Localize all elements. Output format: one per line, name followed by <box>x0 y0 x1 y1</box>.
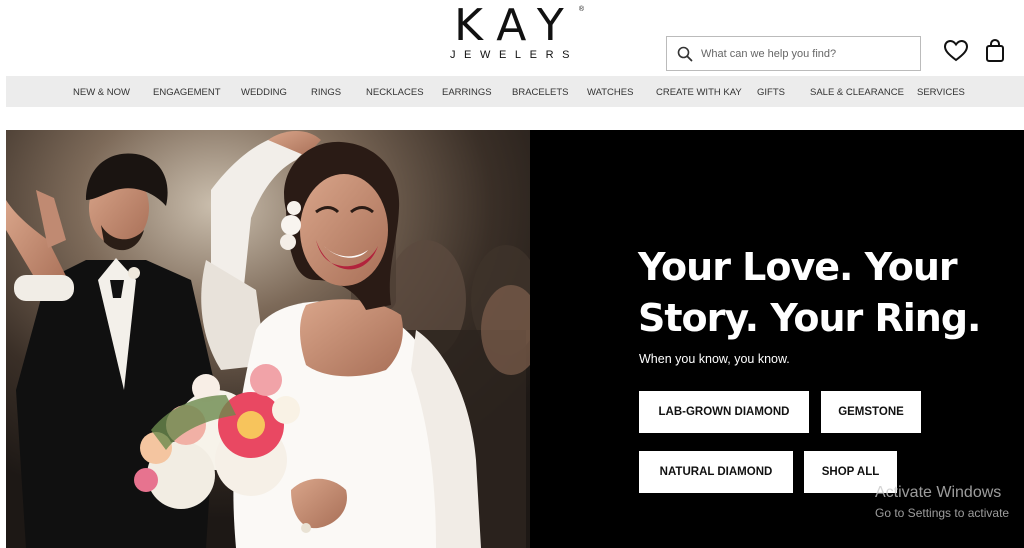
nav-item-engagement[interactable]: ENGAGEMENT <box>153 87 221 98</box>
registered-mark: ® <box>578 6 584 13</box>
nav-item-new-now[interactable]: NEW & NOW <box>73 87 130 98</box>
hero-subline: When you know, you know. <box>639 352 790 366</box>
main-navigation: NEW & NOW ENGAGEMENT WEDDING RINGS NECKL… <box>6 76 1024 107</box>
nav-item-necklaces[interactable]: NECKLACES <box>366 87 424 98</box>
nav-item-watches[interactable]: WATCHES <box>587 87 633 98</box>
nav-item-wedding[interactable]: WEDDING <box>241 87 287 98</box>
nav-item-bracelets[interactable]: BRACELETS <box>512 87 569 98</box>
natural-diamond-button[interactable]: NATURAL DIAMOND <box>639 451 793 493</box>
gemstone-button[interactable]: GEMSTONE <box>821 391 921 433</box>
hero-wedding-photo <box>6 130 530 548</box>
shop-all-button[interactable]: SHOP ALL <box>804 451 897 493</box>
site-header: KAY ® JEWELERS <box>0 0 1024 76</box>
hero-banner[interactable]: Your Love. Your Story. Your Ring. When y… <box>6 130 1024 548</box>
search-box[interactable] <box>666 36 921 71</box>
logo-wordmark: KAY <box>454 0 578 51</box>
nav-item-sale-clearance[interactable]: SALE & CLEARANCE <box>810 87 904 98</box>
lab-grown-diamond-button[interactable]: LAB-GROWN DIAMOND <box>639 391 809 433</box>
nav-item-create-with-kay[interactable]: CREATE WITH KAY <box>656 87 742 98</box>
nav-item-gifts[interactable]: GIFTS <box>757 87 785 98</box>
nav-item-earrings[interactable]: EARRINGS <box>442 87 492 98</box>
search-icon[interactable] <box>676 45 694 63</box>
hero-headline: Your Love. Your Story. Your Ring. <box>638 245 981 340</box>
shopping-bag-icon[interactable] <box>982 38 1008 64</box>
hero-copy-panel: Your Love. Your Story. Your Ring. When y… <box>530 130 1024 548</box>
kay-jewelers-logo[interactable]: KAY ® JEWELERS <box>430 4 590 64</box>
search-input[interactable] <box>701 47 911 60</box>
heart-icon[interactable] <box>943 38 969 64</box>
nav-item-services[interactable]: SERVICES <box>917 87 965 98</box>
logo-subtitle: JEWELERS <box>449 49 579 61</box>
nav-item-rings[interactable]: RINGS <box>311 87 341 98</box>
